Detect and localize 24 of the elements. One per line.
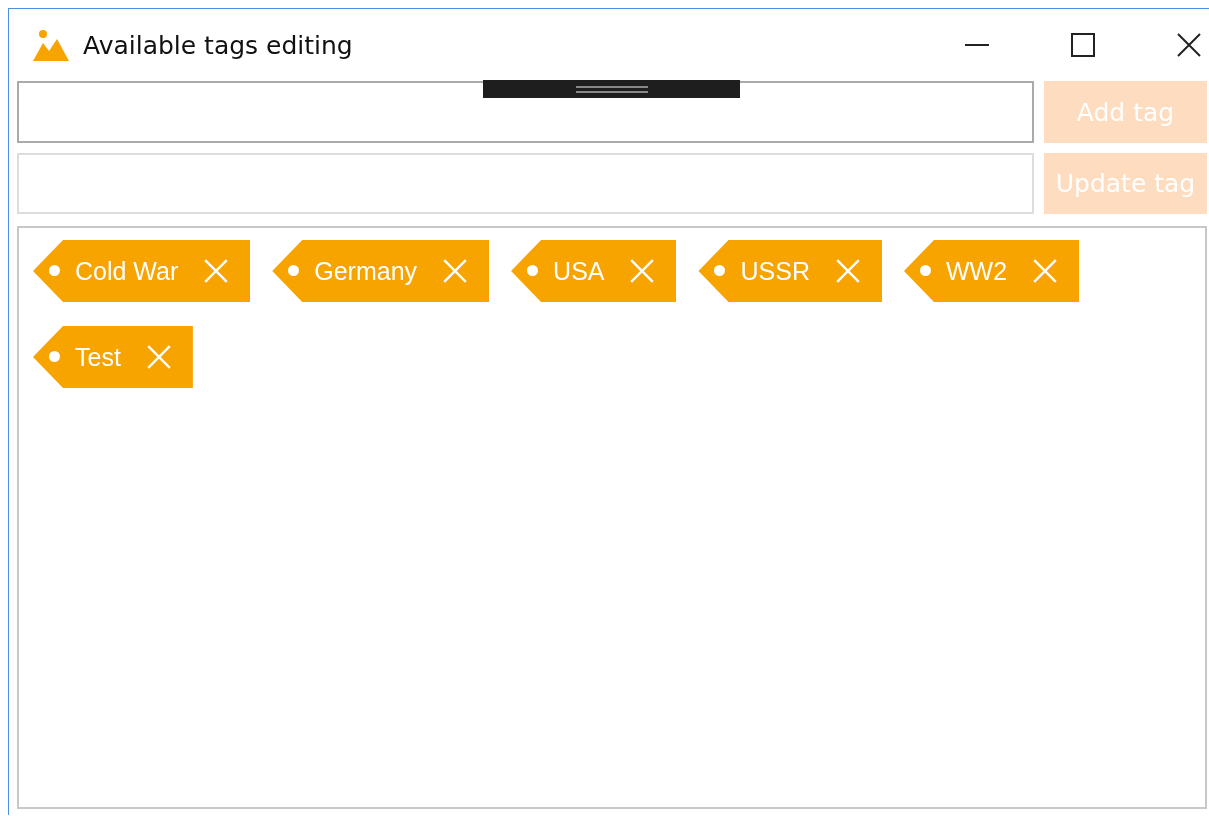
remove-icon[interactable] [1033, 259, 1058, 283]
dot-icon [714, 265, 726, 276]
dot-icon [49, 351, 60, 362]
remove-icon[interactable] [630, 259, 655, 283]
tag-chip[interactable]: Test [33, 326, 193, 388]
dot-icon [49, 265, 60, 276]
drag-handle[interactable] [483, 80, 740, 98]
dot-icon [919, 265, 931, 276]
input-field[interactable] [17, 81, 1034, 143]
remove-icon[interactable] [204, 259, 229, 283]
remove-icon[interactable] [443, 259, 468, 283]
close-icon[interactable] [1177, 33, 1201, 57]
dot-icon [527, 265, 539, 276]
tag-chip[interactable]: WW2 [903, 240, 1080, 302]
tag-chip[interactable]: Cold War [33, 240, 251, 302]
app-icon [33, 29, 69, 61]
tag-chip[interactable]: USA [511, 240, 677, 302]
maximize-icon[interactable] [1071, 33, 1095, 57]
window-title: Available tags editing [83, 30, 353, 60]
tag-chip[interactable]: Germany [272, 240, 490, 302]
tag-chip[interactable]: USSR [698, 240, 882, 302]
remove-icon[interactable] [146, 345, 171, 369]
remove-icon[interactable] [835, 259, 860, 283]
dot-icon [288, 265, 300, 276]
